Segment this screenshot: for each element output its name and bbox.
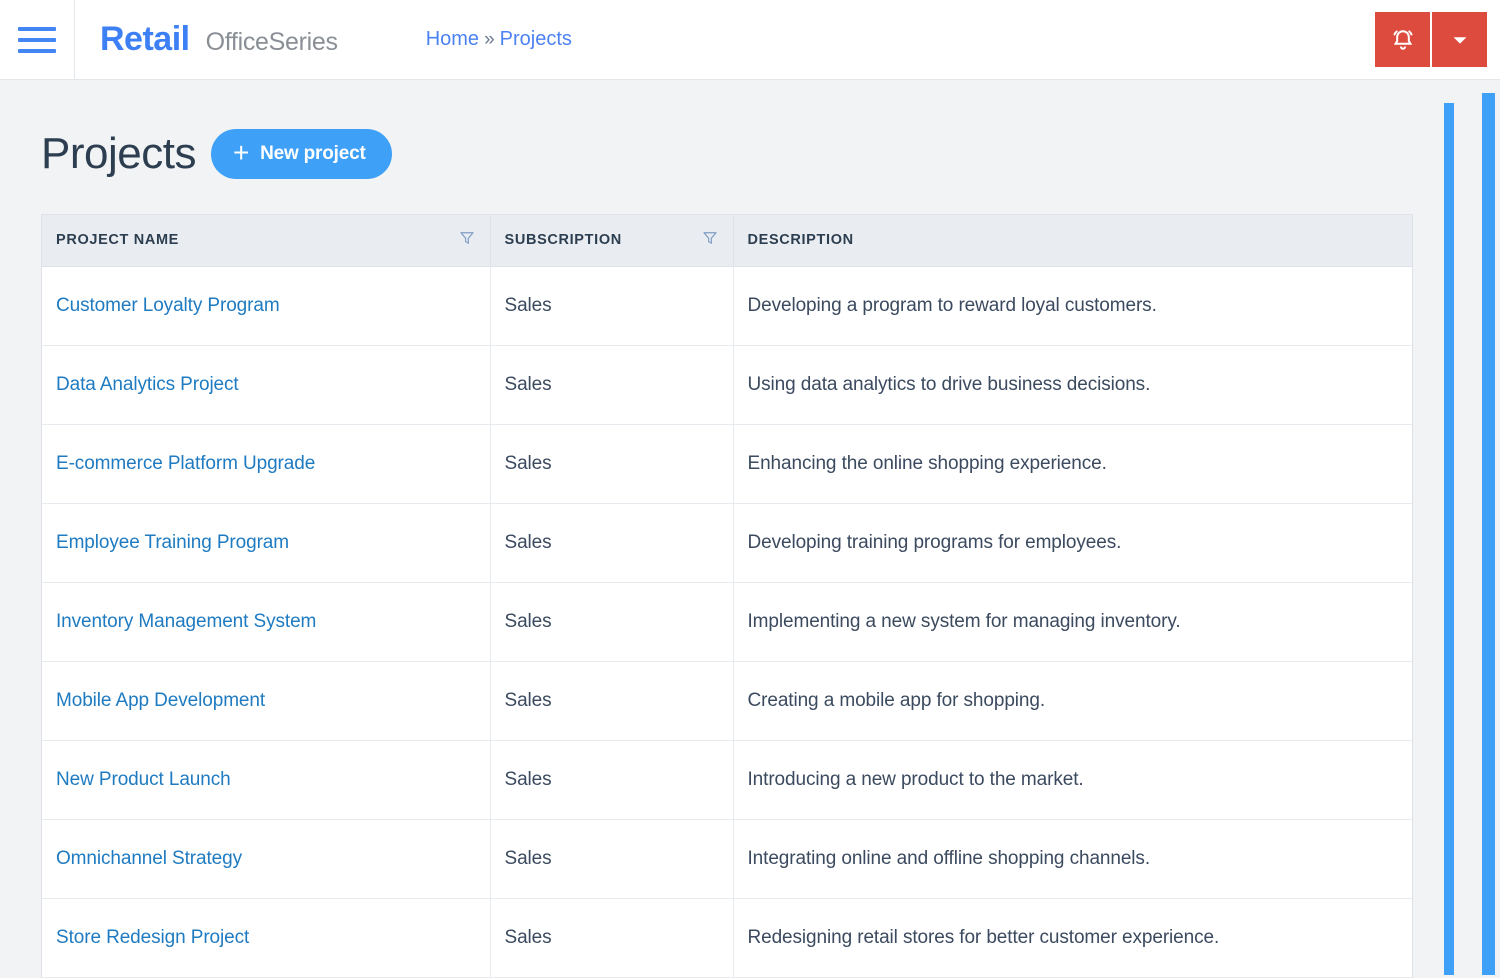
cell-subscription: Sales: [490, 424, 734, 504]
table-row: Mobile App Development Sales Creating a mo…: [42, 661, 1412, 741]
project-link[interactable]: New Product Launch: [56, 769, 231, 790]
cell-subscription: Sales: [490, 740, 734, 820]
cell-subscription: Sales: [490, 582, 734, 662]
table-row: Data Analytics Project Sales Using data an…: [42, 345, 1412, 425]
cell-description: Implementing a new system for managing i…: [733, 582, 1412, 662]
page-title: Projects: [41, 129, 196, 178]
column-header-project-name[interactable]: PROJECT NAME: [42, 215, 491, 267]
cell-description: Developing training programs for employe…: [733, 503, 1412, 583]
table-head: PROJECT NAME SUBSCRIPTION DESCRIPTION: [42, 215, 1412, 267]
project-link[interactable]: Data Analytics Project: [56, 374, 239, 395]
new-project-label: New project: [260, 143, 366, 164]
column-header-label: SUBSCRIPTION: [504, 232, 622, 249]
cell-project-name: Employee Training Program: [42, 503, 491, 583]
filter-icon[interactable]: [458, 229, 476, 251]
table-header-row: PROJECT NAME SUBSCRIPTION DESCRIPTION: [42, 215, 1412, 267]
column-header-label: PROJECT NAME: [56, 232, 180, 249]
cell-project-name: Inventory Management System: [42, 582, 491, 662]
user-dropdown-button[interactable]: [1432, 12, 1487, 67]
column-header-description[interactable]: DESCRIPTION: [733, 215, 1412, 267]
projects-table: PROJECT NAME SUBSCRIPTION DESCRIPTION Cu…: [42, 215, 1412, 978]
brand-name: Retail: [100, 20, 190, 58]
cell-subscription: Sales: [490, 819, 734, 899]
breadcrumb-item-projects[interactable]: Projects: [500, 28, 572, 51]
hamburger-menu-icon[interactable]: [0, 0, 74, 80]
project-link[interactable]: Inventory Management System: [56, 611, 316, 632]
hamburger-bar: [18, 26, 56, 31]
table-row: Omnichannel Strategy Sales Integrating onl…: [42, 819, 1412, 899]
cell-project-name: New Product Launch: [42, 740, 491, 820]
cell-description: Creating a mobile app for shopping.: [733, 661, 1412, 741]
project-link[interactable]: Store Redesign Project: [56, 927, 249, 948]
topbar-actions: [1375, 12, 1487, 67]
plus-icon: +: [232, 137, 250, 168]
top-navigation-bar: Retail OfficeSeries Home » Projects: [0, 0, 1500, 80]
cell-project-name: Store Redesign Project: [42, 898, 491, 978]
cell-description: Integrating online and offline shopping …: [733, 819, 1412, 899]
breadcrumb-separator: »: [484, 29, 495, 50]
hamburger-bar: [18, 48, 56, 53]
brand-logo[interactable]: Retail OfficeSeries: [75, 20, 338, 59]
table-row: Customer Loyalty Program Sales Developing …: [42, 266, 1412, 346]
hamburger-bar: [18, 37, 56, 42]
project-link[interactable]: Employee Training Program: [56, 532, 289, 553]
content-vertical-scrollbar[interactable]: [1444, 103, 1454, 975]
project-link[interactable]: Customer Loyalty Program: [56, 295, 280, 316]
cell-description: Using data analytics to drive business d…: [733, 345, 1412, 425]
cell-subscription: Sales: [490, 898, 734, 978]
notifications-button[interactable]: [1375, 12, 1430, 67]
cell-description: Introducing a new product to the market.: [733, 740, 1412, 820]
table-row: Employee Training Program Sales Developing…: [42, 503, 1412, 583]
breadcrumb: Home » Projects: [426, 28, 572, 51]
cell-project-name: Customer Loyalty Program: [42, 266, 491, 346]
projects-table-container: PROJECT NAME SUBSCRIPTION DESCRIPTION Cu…: [41, 214, 1413, 978]
cell-project-name: Data Analytics Project: [42, 345, 491, 425]
cell-subscription: Sales: [490, 661, 734, 741]
cell-description: Enhancing the online shopping experience…: [733, 424, 1412, 504]
cell-description: Redesigning retail stores for better cus…: [733, 898, 1412, 978]
table-row: E-commerce Platform Upgrade Sales Enhancin…: [42, 424, 1412, 504]
cell-subscription: Sales: [490, 503, 734, 583]
project-link[interactable]: Omnichannel Strategy: [56, 848, 242, 869]
new-project-button[interactable]: + New project: [210, 129, 392, 179]
chevron-down-icon: [1449, 29, 1471, 51]
table-row: Store Redesign Project Sales Redesigning r…: [42, 898, 1412, 978]
column-header-subscription[interactable]: SUBSCRIPTION: [490, 215, 734, 267]
table-row: Inventory Management System Sales Implemen…: [42, 582, 1412, 662]
breadcrumb-item-home[interactable]: Home: [426, 28, 479, 51]
filter-icon[interactable]: [701, 229, 719, 251]
cell-project-name: Omnichannel Strategy: [42, 819, 491, 899]
page-vertical-scrollbar[interactable]: [1482, 93, 1495, 975]
cell-subscription: Sales: [490, 266, 734, 346]
page-header: Projects + New project: [0, 81, 1433, 179]
table-row: New Product Launch Sales Introducing a new…: [42, 740, 1412, 820]
cell-project-name: E-commerce Platform Upgrade: [42, 424, 491, 504]
brand-suite-name: OfficeSeries: [205, 28, 338, 56]
project-link[interactable]: Mobile App Development: [56, 690, 265, 711]
cell-subscription: Sales: [490, 345, 734, 425]
cell-project-name: Mobile App Development: [42, 661, 491, 741]
project-link[interactable]: E-commerce Platform Upgrade: [56, 453, 315, 474]
page-content: Projects + New project PROJECT NAME SUBS…: [0, 81, 1433, 978]
cell-description: Developing a program to reward loyal cus…: [733, 266, 1412, 346]
bell-icon: [1389, 26, 1417, 54]
column-header-label: DESCRIPTION: [747, 232, 854, 249]
table-body: Customer Loyalty Program Sales Developing …: [42, 266, 1412, 978]
